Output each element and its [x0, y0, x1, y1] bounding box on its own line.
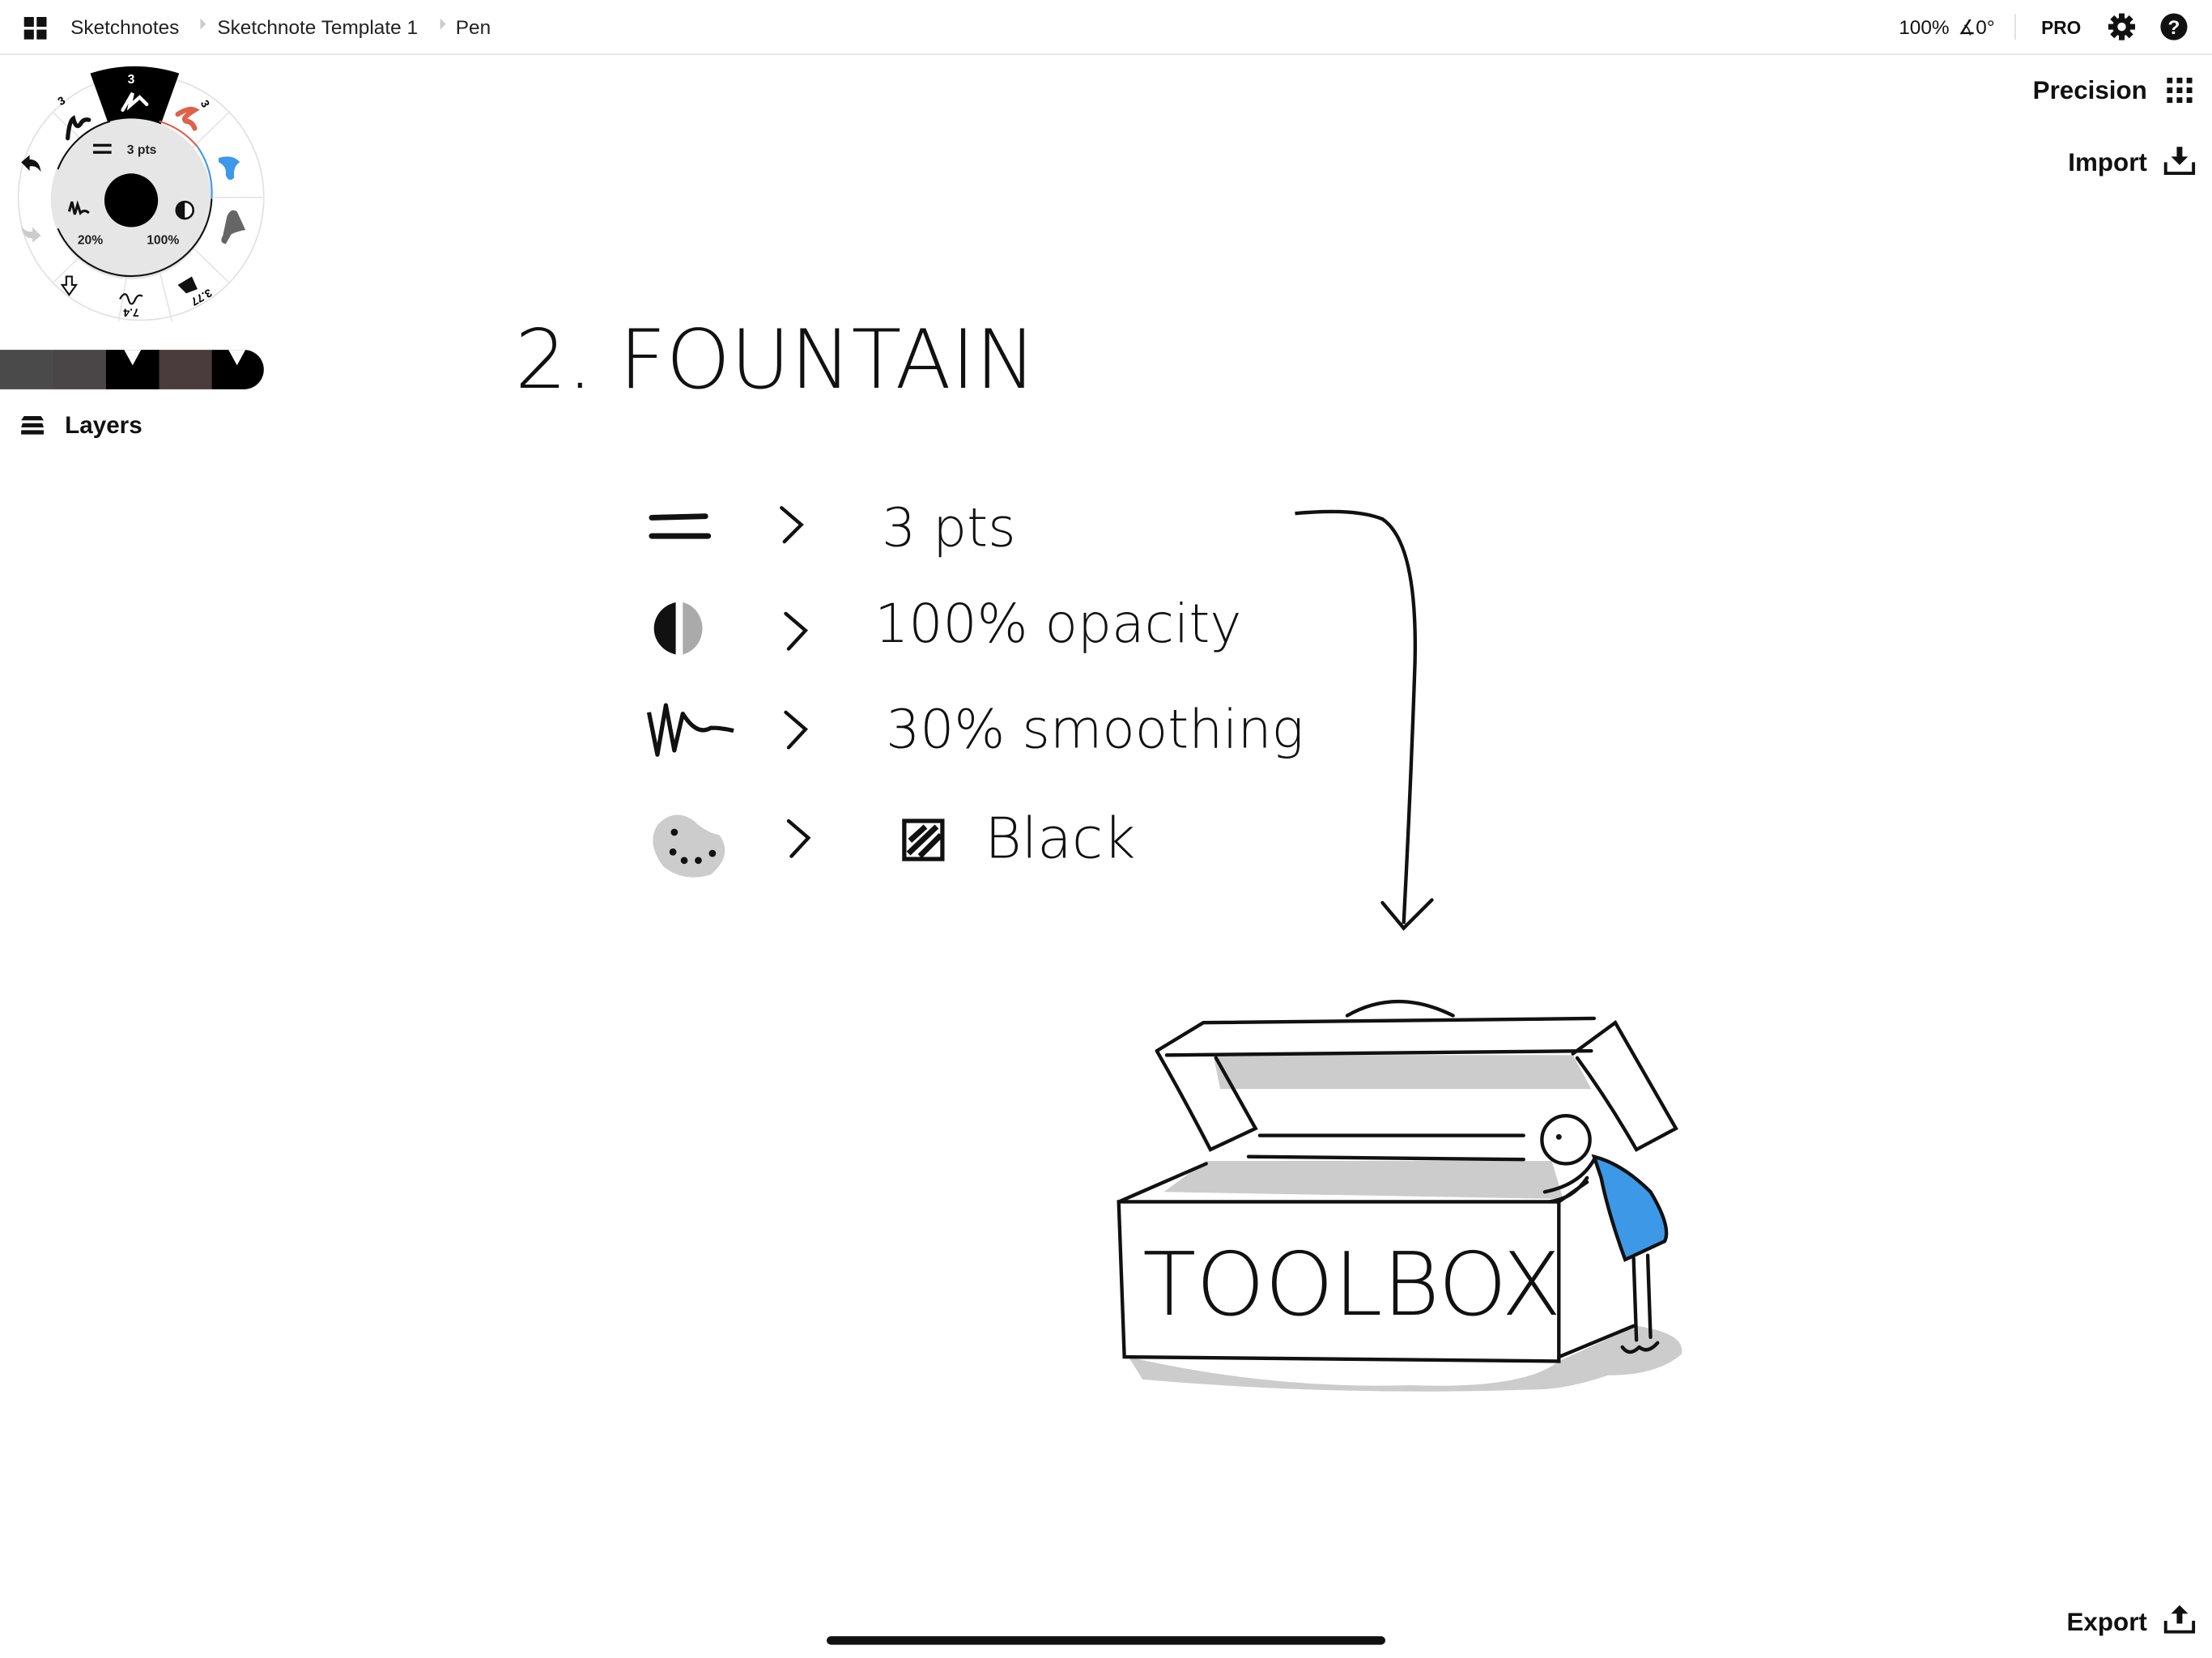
toolbox-sketch: TOOLBOX	[1117, 999, 1682, 1392]
row-text: 30% smoothing	[886, 698, 1304, 760]
smoothing-sketch-icon	[646, 703, 734, 757]
opacity-sketch-icon	[653, 602, 703, 655]
palette-sketch-icon	[653, 814, 725, 878]
chevron-right-icon	[784, 611, 809, 651]
black-swatch-sketch-icon	[902, 818, 945, 861]
chevron-right-icon	[786, 818, 811, 858]
drawing-canvas[interactable]: 2. FOUNTAIN 3 pts 100% opacity 30% smoot…	[0, 0, 2212, 1658]
toolbox-label: TOOLBOX	[1142, 1235, 1561, 1336]
row-text: Black	[985, 806, 1135, 871]
line-weight-sketch-icon	[649, 513, 712, 539]
home-indicator[interactable]	[827, 1636, 1385, 1645]
chevron-right-icon	[784, 710, 809, 750]
arrow-down-sketch	[1295, 509, 1434, 931]
row-text: 100% opacity	[874, 593, 1241, 655]
row-text: 3 pts	[882, 496, 1016, 559]
sketch-title: 2. FOUNTAIN	[515, 312, 1036, 407]
chevron-right-icon	[780, 506, 804, 544]
